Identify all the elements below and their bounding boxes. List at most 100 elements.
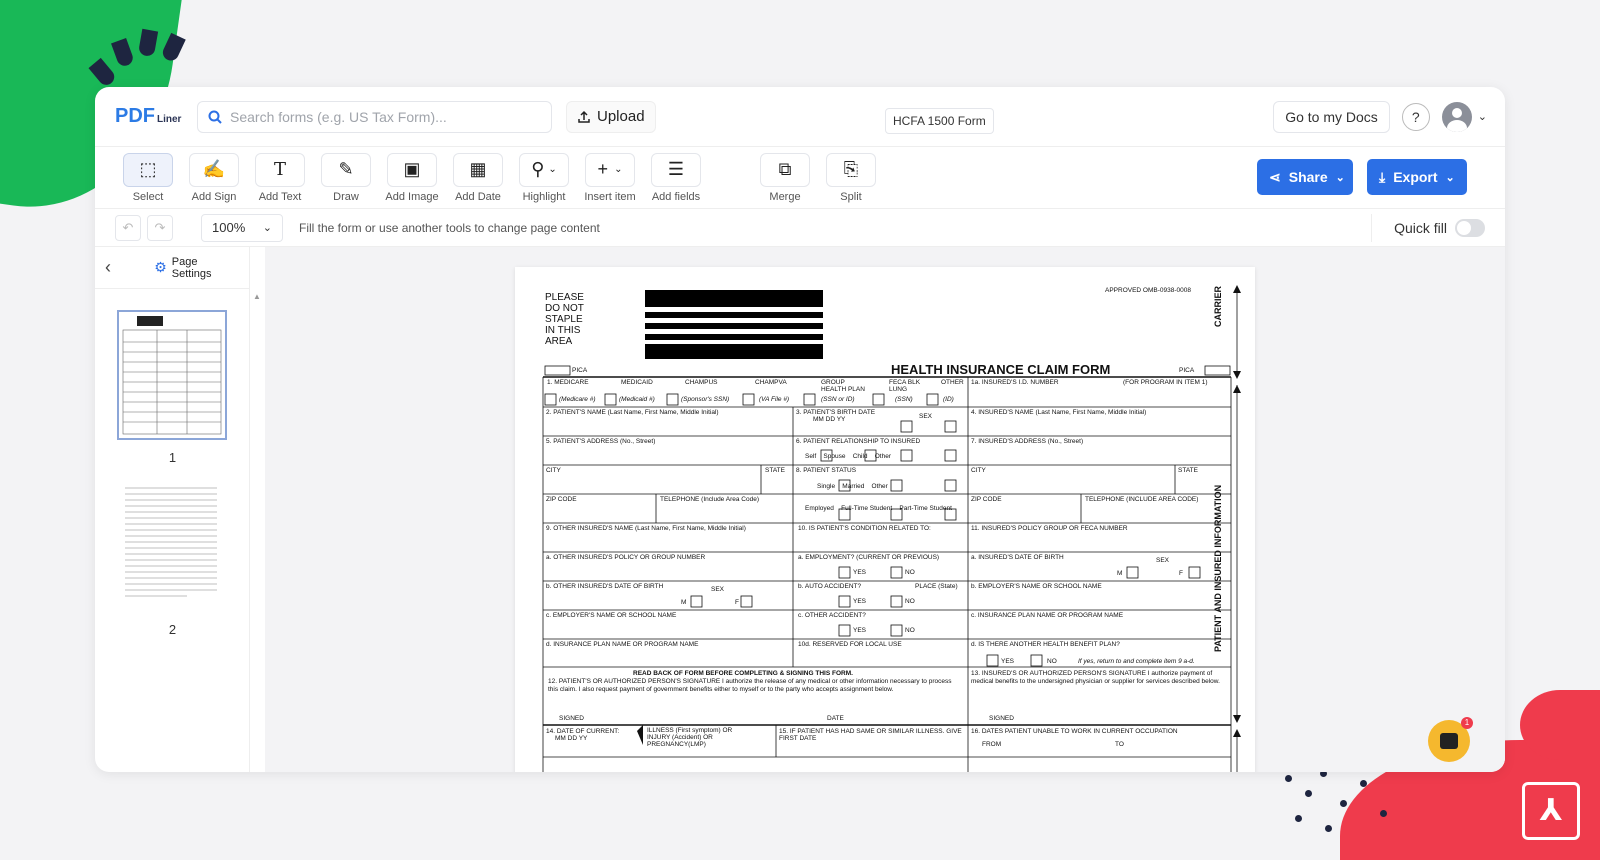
staple-line: IN THIS: [545, 325, 581, 336]
page-thumbnail-2[interactable]: [117, 480, 227, 610]
chevron-down-icon: ⌄: [262, 222, 272, 234]
tool-label: Add Sign: [191, 190, 237, 203]
fields-icon: ☰: [651, 152, 701, 187]
field-options: Employed Full-Time Student Part-Time Stu…: [805, 505, 952, 512]
zoom-value: 100%: [212, 220, 246, 235]
tool-label: Add Image: [385, 190, 439, 203]
go-to-docs-button[interactable]: Go to my Docs: [1273, 100, 1390, 133]
decor-dot: [1285, 775, 1292, 782]
zoom-select[interactable]: 100% ⌄: [201, 213, 283, 242]
signature-authorization: 13. INSURED'S OR AUTHORIZED PERSON'S SIG…: [971, 670, 1220, 685]
app-logo[interactable]: PDF Liner: [115, 105, 185, 128]
field-label: c. INSURANCE PLAN NAME OR PROGRAM NAME: [971, 612, 1124, 619]
logo-subtext: Liner: [157, 114, 182, 125]
no-label: NO: [1047, 658, 1057, 665]
signed-label: SIGNED: [989, 715, 1014, 722]
yes-label: YES: [853, 627, 867, 634]
field-label: PLACE (State): [915, 583, 958, 590]
tool-add-date[interactable]: ▦ Add Date: [445, 152, 511, 203]
chevron-left-icon[interactable]: ‹: [105, 257, 154, 278]
tool-add-image[interactable]: ▣ Add Image: [379, 152, 445, 203]
share-icon: ⋖: [1269, 168, 1281, 185]
signed-label: SIGNED: [559, 715, 584, 722]
top-bar: PDF Liner Upload HCFA 1500 Form Go to my…: [95, 87, 1505, 147]
decor-dot: [1380, 810, 1387, 817]
page-preview: [125, 487, 217, 597]
program-label: MEDICAID: [621, 379, 653, 386]
hint-text: Fill the form or use another tools to ch…: [299, 220, 600, 235]
sidebar-header: ‹ ⚙ Page Settings: [95, 247, 249, 289]
tool-add-text[interactable]: T Add Text: [247, 152, 313, 203]
field-label: 2. PATIENT'S NAME (Last Name, First Name…: [546, 409, 719, 416]
options-bar: ↶ ↷ 100% ⌄ Fill the form or use another t…: [95, 209, 1505, 247]
search-input[interactable]: [230, 108, 530, 125]
field-label: ZIP CODE: [546, 496, 577, 503]
undo-icon: ↶: [122, 219, 134, 235]
tool-draw[interactable]: ✎ Draw: [313, 152, 379, 203]
merge-icon: ⧉: [760, 152, 810, 187]
undo-button[interactable]: ↶: [115, 214, 141, 241]
pen-icon: ✎: [321, 152, 371, 187]
page-thumbnail-1[interactable]: [117, 310, 227, 440]
decor-dot: [1325, 825, 1332, 832]
chat-icon: [1440, 733, 1458, 749]
program-label: CHAMPVA: [755, 379, 787, 386]
form-title: HEALTH INSURANCE CLAIM FORM: [891, 362, 1111, 377]
upload-icon: [578, 110, 590, 123]
tool-add-fields[interactable]: ☰ Add fields: [643, 152, 709, 203]
search-box[interactable]: [197, 100, 552, 133]
program-label: OTHER: [941, 379, 964, 386]
page-settings-button[interactable]: ⚙ Page Settings: [154, 256, 239, 280]
tool-select[interactable]: ⬚ Select: [115, 152, 181, 203]
quick-fill-toggle[interactable]: [1455, 219, 1485, 237]
staple-line: AREA: [545, 336, 573, 347]
decor-dot: [1340, 800, 1347, 807]
chat-button[interactable]: 1: [1428, 717, 1473, 762]
page-preview: [122, 316, 222, 435]
upload-button[interactable]: Upload: [566, 100, 656, 133]
program-sub: (ID): [943, 396, 954, 403]
tool-label: Merge: [769, 190, 801, 203]
download-icon: ⤓: [1379, 168, 1386, 185]
field-label: 10d. RESERVED FOR LOCAL USE: [798, 641, 902, 648]
calendar-icon: ▦: [453, 152, 503, 187]
staple-line: DO NOT: [545, 303, 584, 314]
field-label: 9. OTHER INSURED'S NAME (Last Name, Firs…: [546, 525, 746, 532]
field-note: ILLNESS (First symptom) OR INJURY (Accid…: [647, 727, 733, 748]
redo-button[interactable]: ↷: [147, 214, 173, 241]
no-label: NO: [905, 627, 915, 634]
field-label: a. OTHER INSURED'S POLICY OR GROUP NUMBE…: [546, 554, 706, 561]
field-options: Self Spouse Child Other: [805, 453, 891, 460]
decor-dot: [1295, 815, 1302, 822]
scroll-up-icon[interactable]: ▲: [253, 292, 261, 312]
field-label: 6. PATIENT RELATIONSHIP TO INSURED: [796, 438, 921, 445]
pdf-page[interactable]: PLEASE DO NOT STAPLE IN THIS AREA APPROV…: [515, 267, 1255, 772]
user-menu[interactable]: ⌄: [1441, 101, 1487, 132]
tool-insert-item[interactable]: + ⌄ Insert item: [577, 152, 643, 203]
logo-text: PDF: [115, 105, 155, 127]
tool-highlight[interactable]: ⚲ ⌄ Highlight: [511, 152, 577, 203]
sex-f: F: [735, 599, 739, 606]
field-label: 4. INSURED'S NAME (Last Name, First Name…: [971, 409, 1147, 416]
tool-merge[interactable]: ⧉ Merge: [752, 152, 818, 203]
tool-add-sign[interactable]: ✍ Add Sign: [181, 152, 247, 203]
date-format: MM DD YY: [555, 735, 588, 742]
sex-label: SEX: [711, 586, 725, 593]
share-button[interactable]: ⋖ Share ⌄: [1257, 159, 1353, 195]
sex-m: M: [1117, 570, 1123, 577]
patient-info-label: PATIENT AND INSURED INFORMATION: [1213, 484, 1223, 652]
document-title[interactable]: HCFA 1500 Form: [885, 108, 994, 134]
program-sub: (Medicare #): [559, 396, 596, 403]
tool-label: Insert item: [584, 190, 636, 203]
split-icon: ⎘: [826, 152, 876, 187]
tool-split[interactable]: ⎘ Split: [818, 152, 884, 203]
export-button[interactable]: ⤓ Export ⌄: [1367, 159, 1467, 195]
signature-authorization: 12. PATIENT'S OR AUTHORIZED PERSON'S SIG…: [548, 678, 952, 693]
field-label: b. AUTO ACCIDENT?: [798, 583, 862, 590]
field-label: 11. INSURED'S POLICY GROUP OR FECA NUMBE…: [971, 525, 1128, 532]
program-label: FECA BLK LUNG: [889, 379, 921, 393]
help-button[interactable]: ?: [1401, 102, 1430, 131]
program-sub: (Sponsor's SSN): [681, 396, 730, 403]
field-label: 15. IF PATIENT HAS HAD SAME OR SIMILAR I…: [779, 728, 962, 742]
field-label: 8. PATIENT STATUS: [796, 467, 857, 474]
